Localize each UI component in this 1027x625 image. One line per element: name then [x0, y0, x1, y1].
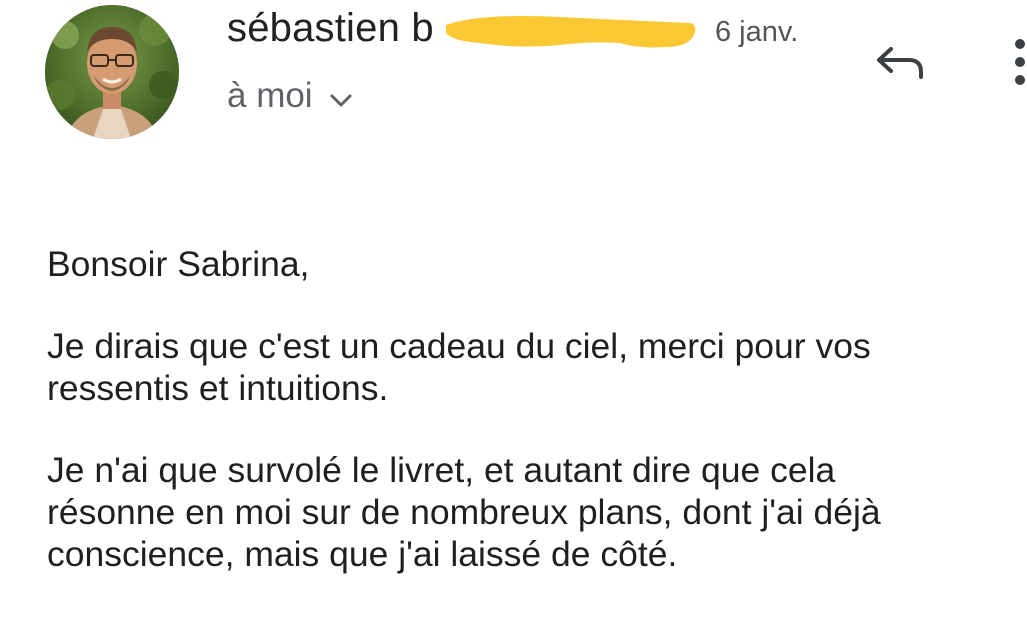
more-options-button[interactable]	[1002, 36, 1027, 88]
sender-avatar[interactable]	[45, 5, 179, 139]
recipient-label: à moi	[227, 76, 313, 115]
paragraph-line: Je n'ai que survolé le livret, et autant…	[47, 450, 836, 490]
body-paragraph-1: Je dirais que c'est un cadeau du ciel, m…	[47, 325, 1007, 409]
avatar-photo	[45, 5, 179, 139]
greeting: Bonsoir Sabrina,	[47, 244, 310, 284]
paragraph-line: Je dirais que c'est un cadeau du ciel, m…	[47, 326, 871, 366]
email-view: sébastien b 6 janv. à moi Bonsoir Sabrin…	[0, 0, 1027, 625]
body-paragraph-2: Je n'ai que survolé le livret, et autant…	[47, 449, 1007, 575]
recipient-toggle[interactable]: à moi	[227, 74, 353, 118]
paragraph-line: conscience, mais que j'ai laissé de côté…	[47, 534, 678, 574]
reply-button[interactable]	[868, 38, 930, 88]
paragraph-line: résonne en moi sur de nombreux plans, do…	[47, 492, 881, 532]
email-date: 6 janv.	[715, 16, 799, 48]
reply-icon	[877, 47, 923, 79]
sender-name: sébastien b	[227, 6, 434, 50]
email-body: Bonsoir Sabrina, Je dirais que c'est un …	[47, 243, 1007, 575]
paragraph-line: ressentis et intuitions.	[47, 368, 389, 408]
chevron-down-icon[interactable]	[329, 78, 353, 118]
redaction-mark	[446, 16, 696, 48]
more-vert-icon	[1015, 39, 1025, 85]
